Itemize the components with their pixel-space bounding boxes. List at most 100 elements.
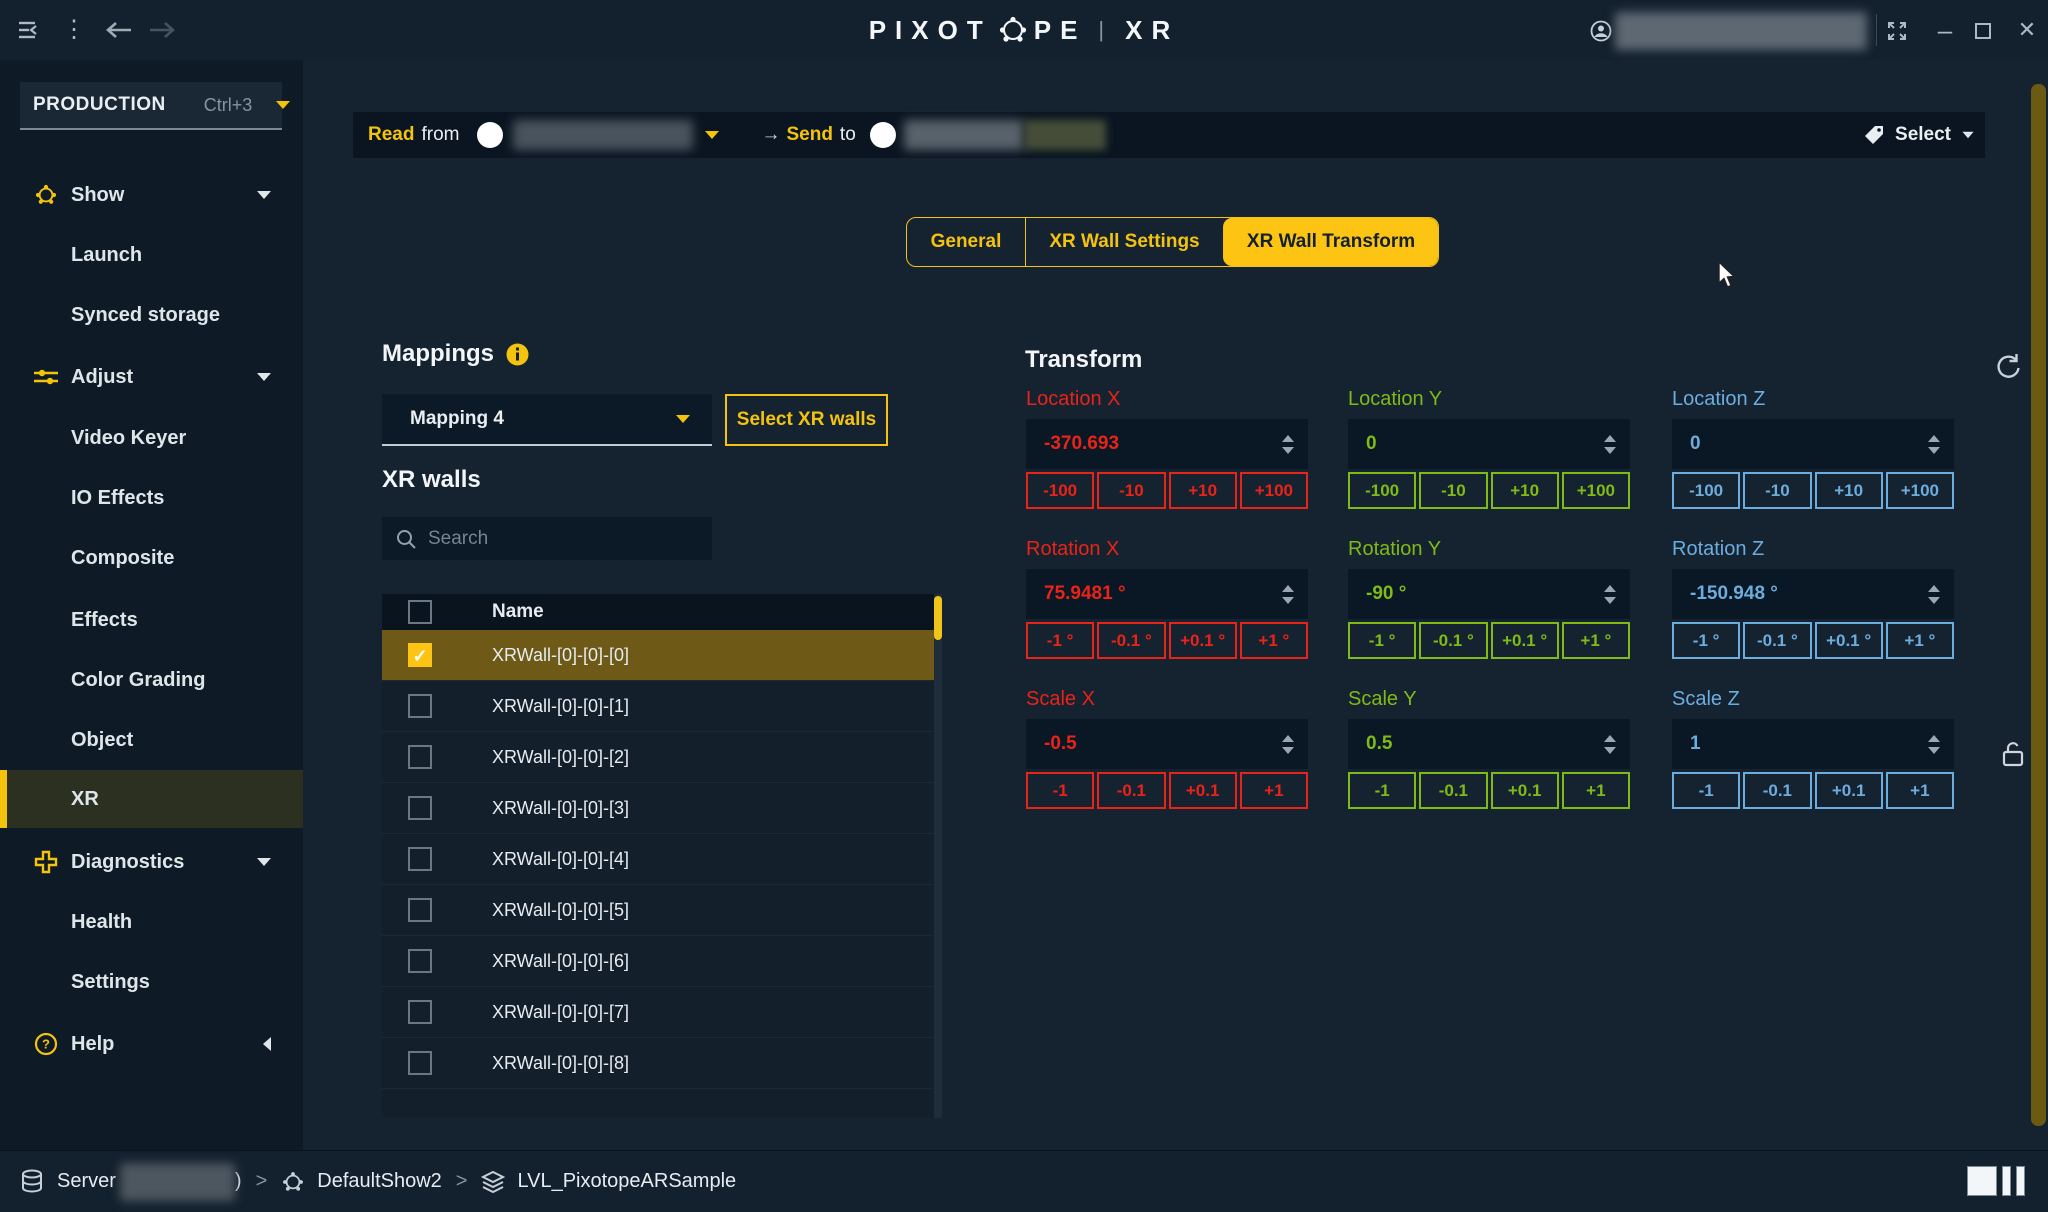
- sidebar-item-object[interactable]: Object: [0, 711, 303, 769]
- spinner-icon[interactable]: [1604, 585, 1616, 604]
- rotation-x-input[interactable]: 75.9481 °: [1026, 569, 1308, 619]
- chevron-down-icon[interactable]: [705, 131, 719, 139]
- server-label[interactable]: Server: [57, 1170, 116, 1193]
- unlock-icon[interactable]: [2000, 740, 2026, 768]
- fullscreen-icon[interactable]: [1886, 20, 1908, 42]
- step-button[interactable]: -0.1 °: [1419, 622, 1487, 659]
- step-button[interactable]: -1 °: [1348, 622, 1416, 659]
- walls-list-scrollbar-thumb[interactable]: [934, 596, 942, 640]
- spinner-icon[interactable]: [1282, 435, 1294, 454]
- sidebar-item-settings[interactable]: Settings: [0, 953, 303, 1011]
- table-row[interactable]: XRWall-[0]-[0]-[2]: [382, 732, 934, 783]
- step-button[interactable]: +0.1: [1491, 772, 1559, 809]
- step-button[interactable]: -10: [1743, 472, 1811, 509]
- step-button[interactable]: +10: [1169, 472, 1237, 509]
- step-button[interactable]: +100: [1562, 472, 1630, 509]
- refresh-icon[interactable]: [1994, 352, 2022, 380]
- table-row[interactable]: XRWall-[0]-[0]-[7]: [382, 987, 934, 1038]
- scale-x-input[interactable]: -0.5: [1026, 719, 1308, 769]
- row-checkbox[interactable]: [408, 949, 432, 973]
- user-account-icon[interactable]: [1590, 20, 1612, 42]
- row-checkbox[interactable]: [408, 796, 432, 820]
- step-button[interactable]: +100: [1886, 472, 1954, 509]
- step-button[interactable]: -1 °: [1672, 622, 1740, 659]
- send-target-redacted[interactable]: [904, 120, 1024, 150]
- spinner-icon[interactable]: [1928, 585, 1940, 604]
- minimize-button[interactable]: –: [1930, 0, 1960, 60]
- step-button[interactable]: +0.1 °: [1491, 622, 1559, 659]
- step-button[interactable]: -100: [1348, 472, 1416, 509]
- step-button[interactable]: +10: [1815, 472, 1883, 509]
- table-row[interactable]: XRWall-[0]-[0]-[5]: [382, 885, 934, 936]
- sidebar-item-health[interactable]: Health: [0, 893, 303, 951]
- step-button[interactable]: -0.1: [1743, 772, 1811, 809]
- walls-list-scrollbar-track[interactable]: [934, 594, 942, 1118]
- sidebar-item-xr[interactable]: XR: [0, 770, 303, 828]
- sidebar-item-synced-storage[interactable]: Synced storage: [0, 286, 303, 344]
- spinner-icon[interactable]: [1282, 735, 1294, 754]
- close-button[interactable]: ✕: [2012, 0, 2042, 60]
- breadcrumb-level-name[interactable]: LVL_PixotopeARSample: [517, 1170, 736, 1193]
- table-row[interactable]: ✓ XRWall-[0]-[0]-[0]: [382, 630, 934, 681]
- row-checkbox[interactable]: [408, 1051, 432, 1075]
- step-button[interactable]: -1 °: [1026, 622, 1094, 659]
- step-button[interactable]: -1: [1348, 772, 1416, 809]
- tab-xr-wall-settings[interactable]: XR Wall Settings: [1025, 218, 1223, 266]
- scale-z-input[interactable]: 1: [1672, 719, 1954, 769]
- row-checkbox[interactable]: [408, 745, 432, 769]
- step-button[interactable]: +1: [1562, 772, 1630, 809]
- sidebar-item-show[interactable]: Show: [0, 166, 303, 224]
- step-button[interactable]: +10: [1491, 472, 1559, 509]
- step-button[interactable]: -1: [1672, 772, 1740, 809]
- spinner-icon[interactable]: [1604, 435, 1616, 454]
- spinner-icon[interactable]: [1604, 735, 1616, 754]
- step-button[interactable]: +0.1 °: [1815, 622, 1883, 659]
- layout-panel-bar-icon[interactable]: [2016, 1166, 2025, 1196]
- row-checkbox[interactable]: [408, 694, 432, 718]
- table-row[interactable]: XRWall-[0]-[0]-[3]: [382, 783, 934, 834]
- row-checkbox[interactable]: [408, 1000, 432, 1024]
- select-menu[interactable]: Select: [1863, 124, 1975, 146]
- page-scrollbar-thumb[interactable]: [2031, 84, 2046, 1126]
- select-all-checkbox[interactable]: [408, 600, 432, 624]
- row-checkbox[interactable]: [408, 847, 432, 871]
- step-button[interactable]: -100: [1026, 472, 1094, 509]
- row-checkbox-checked[interactable]: ✓: [408, 643, 432, 667]
- sidebar-item-effects[interactable]: Effects: [0, 591, 303, 649]
- step-button[interactable]: -0.1 °: [1743, 622, 1811, 659]
- step-button[interactable]: -10: [1419, 472, 1487, 509]
- sidebar-item-launch[interactable]: Launch: [0, 226, 303, 284]
- mode-selector[interactable]: PRODUCTION Ctrl+3: [20, 82, 282, 130]
- layout-panel-bar-icon[interactable]: [2002, 1166, 2011, 1196]
- walls-search-input[interactable]: Search: [382, 517, 712, 560]
- table-row[interactable]: XRWall-[0]-[0]-[1]: [382, 681, 934, 732]
- sidebar-item-adjust[interactable]: Adjust: [0, 348, 303, 406]
- location-x-input[interactable]: -370.693: [1026, 419, 1308, 469]
- rotation-z-input[interactable]: -150.948 °: [1672, 569, 1954, 619]
- step-button[interactable]: +0.1: [1169, 772, 1237, 809]
- step-button[interactable]: +1 °: [1562, 622, 1630, 659]
- scale-y-input[interactable]: 0.5: [1348, 719, 1630, 769]
- step-button[interactable]: -1: [1026, 772, 1094, 809]
- tab-general[interactable]: General: [907, 218, 1025, 266]
- maximize-button[interactable]: [1974, 22, 1992, 40]
- sidebar-item-help[interactable]: ? Help: [0, 1015, 303, 1073]
- step-button[interactable]: +1 °: [1886, 622, 1954, 659]
- sidebar-item-composite[interactable]: Composite: [0, 529, 303, 587]
- location-z-input[interactable]: 0: [1672, 419, 1954, 469]
- select-xr-walls-button[interactable]: Select XR walls: [725, 394, 888, 446]
- location-y-input[interactable]: 0: [1348, 419, 1630, 469]
- breadcrumb-show-name[interactable]: DefaultShow2: [317, 1170, 442, 1193]
- table-row[interactable]: XRWall-[0]-[0]-[8]: [382, 1038, 934, 1089]
- step-button[interactable]: +1 °: [1240, 622, 1308, 659]
- table-row[interactable]: XRWall-[0]-[0]-[4]: [382, 834, 934, 885]
- sidebar-item-video-keyer[interactable]: Video Keyer: [0, 409, 303, 467]
- mapping-select[interactable]: Mapping 4: [382, 394, 712, 446]
- tab-xr-wall-transform[interactable]: XR Wall Transform: [1223, 218, 1438, 266]
- rotation-y-input[interactable]: -90 °: [1348, 569, 1630, 619]
- spinner-icon[interactable]: [1928, 735, 1940, 754]
- step-button[interactable]: -0.1: [1419, 772, 1487, 809]
- step-button[interactable]: +0.1: [1815, 772, 1883, 809]
- step-button[interactable]: +100: [1240, 472, 1308, 509]
- spinner-icon[interactable]: [1928, 435, 1940, 454]
